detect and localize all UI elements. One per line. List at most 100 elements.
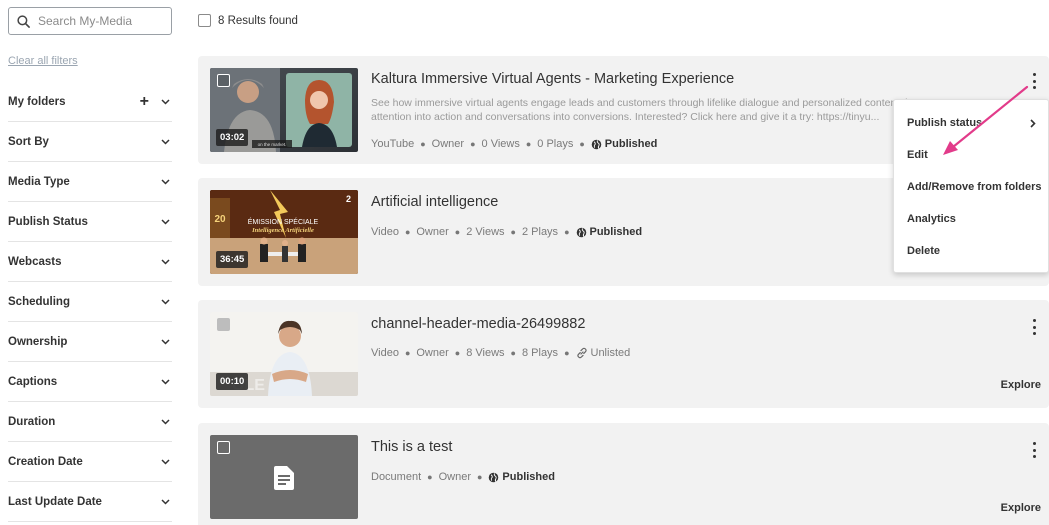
media-plays: 0 Plays (537, 138, 574, 150)
more-actions-button[interactable] (1029, 319, 1039, 335)
filter-my-folders[interactable]: My folders + (8, 82, 172, 122)
duration-badge: 03:02 (216, 129, 249, 146)
media-card[interactable]: OLE 00:10 channel-header-media-26499882 … (198, 300, 1049, 408)
menu-item-label: Publish status (907, 117, 983, 129)
search-icon (17, 14, 30, 28)
document-icon (274, 466, 294, 490)
media-title[interactable]: Artificial intelligence (371, 194, 498, 210)
filter-sort-by[interactable]: Sort By (8, 122, 172, 162)
media-type: YouTube (371, 138, 415, 150)
select-checkbox[interactable] (217, 441, 230, 454)
media-type: Video (371, 226, 399, 238)
media-thumbnail[interactable]: 20 ÉMISSION SPÉCIALE Intelligence Artifi… (210, 190, 358, 274)
more-actions-button[interactable] (1029, 442, 1039, 458)
filter-label: Creation Date (8, 455, 83, 468)
filter-label: Scheduling (8, 295, 70, 308)
filter-duration[interactable]: Duration (8, 402, 172, 442)
explore-link[interactable]: Explore (1001, 379, 1041, 391)
svg-text:ÉMISSION SPÉCIALE: ÉMISSION SPÉCIALE (248, 217, 319, 226)
publish-status: Published (502, 471, 555, 483)
media-meta: Document ● Owner ● Published (371, 471, 555, 483)
media-meta: YouTube ● Owner ● 0 Views ● 0 Plays ● Pu… (371, 138, 658, 150)
search-input[interactable] (36, 13, 166, 29)
chevron-down-icon (161, 218, 170, 225)
actions-dropdown-menu: Publish status Edit Add/Remove from fold… (893, 99, 1049, 273)
chevron-down-icon (161, 258, 170, 265)
media-views: 0 Views (481, 138, 520, 150)
menu-item-analytics[interactable]: Analytics (907, 213, 956, 225)
add-folder-icon[interactable]: + (140, 93, 149, 110)
media-card[interactable]: This is a test Document ● Owner ● Publis… (198, 423, 1049, 525)
chevron-down-icon (161, 418, 170, 425)
filter-label: Captions (8, 375, 58, 388)
chevron-down-icon (161, 98, 170, 105)
filter-creation-date[interactable]: Creation Date (8, 442, 172, 482)
media-title[interactable]: channel-header-media-26499882 (371, 316, 585, 332)
media-thumbnail[interactable] (210, 435, 358, 519)
chevron-down-icon (161, 498, 170, 505)
filter-publish-status[interactable]: Publish Status (8, 202, 172, 242)
media-views: 8 Views (466, 347, 505, 359)
select-checkbox[interactable] (217, 74, 230, 87)
filter-label: Sort By (8, 135, 49, 148)
filter-media-type[interactable]: Media Type (8, 162, 172, 202)
filter-list: My folders + Sort By Media Type Publish … (8, 82, 172, 522)
globe-icon (576, 227, 586, 237)
media-type: Document (371, 471, 422, 483)
chevron-down-icon (161, 378, 170, 385)
chevron-down-icon (161, 458, 170, 465)
filter-scheduling[interactable]: Scheduling (8, 282, 172, 322)
entry-count-badge: 2 (345, 194, 351, 204)
filter-label: Publish Status (8, 215, 88, 228)
publish-status: Published (604, 138, 658, 150)
media-type: Video (371, 347, 399, 359)
chevron-down-icon (161, 138, 170, 145)
menu-item-add-remove-folders[interactable]: Add/Remove from folders (907, 181, 1041, 193)
filter-label: Duration (8, 415, 56, 428)
menu-item-publish-status[interactable]: Publish status (907, 117, 1037, 129)
chevron-right-icon (1030, 119, 1036, 128)
explore-link[interactable]: Explore (1001, 502, 1041, 514)
media-thumbnail[interactable]: on the market. 03:02 (210, 68, 358, 152)
filter-ownership[interactable]: Ownership (8, 322, 172, 362)
select-all-checkbox[interactable] (198, 14, 211, 27)
filter-last-update-date[interactable]: Last Update Date (8, 482, 172, 522)
filter-label: Last Update Date (8, 495, 102, 508)
menu-item-edit[interactable]: Edit (907, 149, 928, 161)
media-title[interactable]: Kaltura Immersive Virtual Agents - Marke… (371, 71, 734, 87)
media-plays: 8 Plays (521, 347, 559, 359)
results-count: 8 Results found (218, 14, 298, 27)
svg-text:on the market.: on the market. (258, 142, 287, 147)
filter-label: Webcasts (8, 255, 62, 268)
media-description: See how immersive virtual agents engage … (371, 97, 926, 123)
filter-label: My folders (8, 95, 66, 108)
media-owner: Owner (416, 347, 449, 359)
media-owner: Owner (416, 226, 449, 238)
publish-status: Unlisted (590, 347, 631, 359)
filter-webcasts[interactable]: Webcasts (8, 242, 172, 282)
media-thumbnail[interactable]: OLE 00:10 (210, 312, 358, 396)
clear-all-filters-link[interactable]: Clear all filters (8, 55, 78, 67)
chevron-down-icon (161, 298, 170, 305)
more-actions-button[interactable] (1029, 73, 1039, 89)
media-meta: Video ● Owner ● 2 Views ● 2 Plays ● Publ… (371, 226, 643, 238)
filter-label: Media Type (8, 175, 70, 188)
select-checkbox[interactable] (217, 318, 230, 331)
results-header: 8 Results found (198, 14, 298, 27)
chevron-down-icon (161, 178, 170, 185)
duration-badge: 36:45 (216, 251, 249, 268)
media-views: 2 Views (466, 226, 505, 238)
media-plays: 2 Plays (521, 226, 559, 238)
link-icon (576, 347, 587, 359)
filter-label: Ownership (8, 335, 68, 348)
duration-badge: 00:10 (216, 373, 249, 390)
globe-icon (489, 472, 499, 482)
media-owner: Owner (438, 471, 471, 483)
globe-icon (591, 139, 602, 149)
svg-text:20: 20 (214, 214, 226, 225)
publish-status: Published (589, 226, 643, 238)
media-title[interactable]: This is a test (371, 439, 452, 455)
filter-captions[interactable]: Captions (8, 362, 172, 402)
menu-item-delete[interactable]: Delete (907, 245, 940, 257)
search-box[interactable] (8, 7, 172, 35)
